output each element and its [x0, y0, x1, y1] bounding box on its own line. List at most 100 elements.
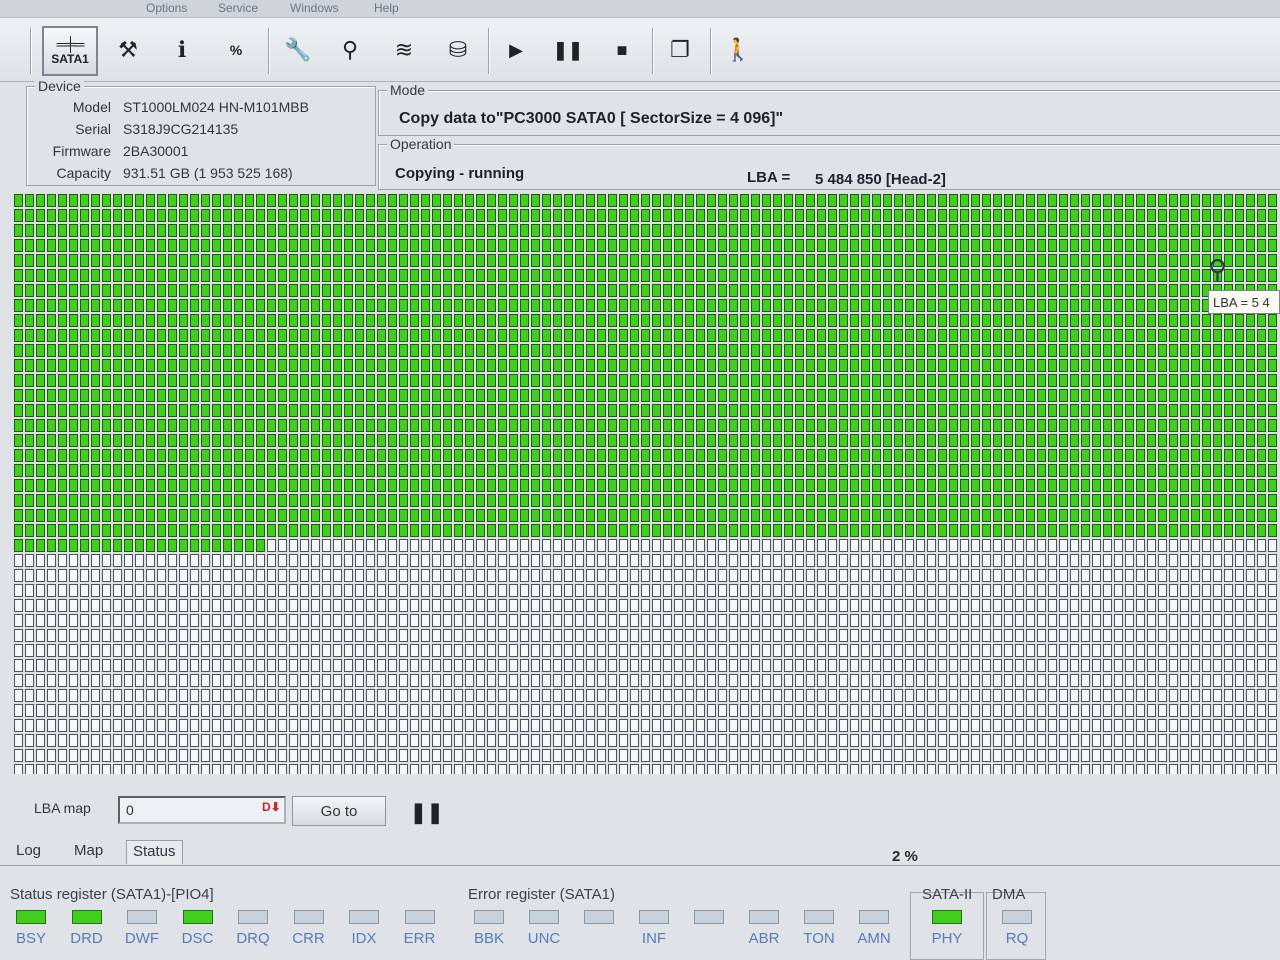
- stop-icon[interactable]: ■: [600, 28, 644, 72]
- tab-map[interactable]: Map: [68, 840, 109, 864]
- info-icon[interactable]: ℹ: [160, 28, 204, 72]
- sector-block-pending: [1070, 734, 1079, 747]
- sector-block-pending: [1235, 704, 1244, 717]
- sector-block-done: [289, 449, 298, 462]
- sector-block-done: [762, 494, 771, 507]
- lba-map-input[interactable]: [118, 796, 286, 824]
- sector-block-done: [113, 329, 122, 342]
- disk-stack-icon[interactable]: ≋: [382, 28, 426, 72]
- sector-block-done: [575, 419, 584, 432]
- windows-icon[interactable]: ❐: [658, 28, 702, 72]
- sector-block-done: [47, 329, 56, 342]
- sector-block-done: [553, 509, 562, 522]
- sector-block-done: [652, 434, 661, 447]
- sector-block-pending: [641, 644, 650, 657]
- sector-map[interactable]: [14, 192, 1280, 774]
- menu-options[interactable]: Options: [146, 1, 187, 15]
- sector-block-pending: [80, 734, 89, 747]
- tools-icon[interactable]: ⚒: [106, 28, 150, 72]
- sector-block-done: [1048, 479, 1057, 492]
- menu-help[interactable]: Help: [374, 1, 399, 15]
- percent-icon[interactable]: %: [214, 28, 258, 72]
- sector-block-done: [102, 239, 111, 252]
- sector-block-done: [1136, 254, 1145, 267]
- sector-block-done: [58, 209, 67, 222]
- sector-block-pending: [839, 614, 848, 627]
- sector-block-done: [58, 479, 67, 492]
- sector-block-pending: [1180, 539, 1189, 552]
- sector-block-done: [773, 479, 782, 492]
- sector-block-pending: [1070, 719, 1079, 732]
- sector-block-done: [685, 404, 694, 417]
- menu-windows[interactable]: Windows: [290, 1, 339, 15]
- sector-block-done: [795, 389, 804, 402]
- sector-block-done: [828, 434, 837, 447]
- sector-block-pending: [608, 734, 617, 747]
- tab-log[interactable]: Log: [10, 840, 47, 864]
- menu-service[interactable]: Service: [218, 1, 258, 15]
- sector-block-pending: [333, 674, 342, 687]
- sector-block-done: [102, 359, 111, 372]
- exit-icon[interactable]: 🚶: [716, 28, 760, 72]
- sector-block-done: [1103, 434, 1112, 447]
- sector-block-done: [333, 389, 342, 402]
- sector-block-done: [1213, 194, 1222, 207]
- pause-icon[interactable]: ❚❚: [410, 800, 444, 825]
- sector-block-pending: [190, 689, 199, 702]
- pause-icon[interactable]: ❚❚: [546, 28, 590, 72]
- sector-block-done: [355, 404, 364, 417]
- tab-status[interactable]: Status: [126, 840, 183, 864]
- sector-block-done: [520, 524, 529, 537]
- sector-block-done: [839, 269, 848, 282]
- sector-block-done: [1059, 434, 1068, 447]
- sector-block-done: [1070, 374, 1079, 387]
- sector-block-pending: [410, 539, 419, 552]
- sector-block-done: [762, 239, 771, 252]
- binoculars-icon[interactable]: ⚲: [328, 28, 372, 72]
- sector-block-done: [564, 494, 573, 507]
- sector-block-done: [1037, 374, 1046, 387]
- sector-block-done: [14, 374, 23, 387]
- sector-block-done: [1037, 209, 1046, 222]
- sector-block-done: [927, 374, 936, 387]
- sector-block-pending: [740, 629, 749, 642]
- sector-block-done: [465, 344, 474, 357]
- sector-block-done: [234, 374, 243, 387]
- sector-block-pending: [916, 539, 925, 552]
- sector-block-pending: [157, 719, 166, 732]
- sector-block-pending: [927, 539, 936, 552]
- sector-block-pending: [366, 749, 375, 762]
- goto-button[interactable]: Go to: [292, 796, 386, 826]
- sector-block-done: [366, 359, 375, 372]
- sector-block-done: [949, 299, 958, 312]
- sector-block-pending: [1092, 539, 1101, 552]
- sector-block-done: [1224, 239, 1233, 252]
- sata-port-button[interactable]: ═╪═ SATA1: [42, 26, 98, 76]
- sector-block-done: [1081, 254, 1090, 267]
- sector-block-pending: [1235, 629, 1244, 642]
- sector-block-pending: [520, 569, 529, 582]
- sector-block-pending: [1070, 764, 1079, 774]
- sector-block-pending: [157, 764, 166, 774]
- sector-block-done: [707, 269, 716, 282]
- sector-block-done: [212, 269, 221, 282]
- sector-block-pending: [465, 629, 474, 642]
- arrow-down-icon[interactable]: D⬇: [262, 800, 281, 814]
- sector-block-done: [916, 284, 925, 297]
- drive-icon[interactable]: ⛁: [436, 28, 480, 72]
- sector-block-done: [1268, 479, 1277, 492]
- sector-block-pending: [707, 749, 716, 762]
- sector-block-done: [179, 524, 188, 537]
- sector-block-done: [718, 239, 727, 252]
- sector-block-done: [212, 359, 221, 372]
- sector-block-pending: [102, 719, 111, 732]
- serial-label: Serial: [75, 121, 111, 137]
- play-icon[interactable]: ▶: [494, 28, 538, 72]
- key-icon[interactable]: 🔧: [276, 28, 320, 72]
- sector-block-done: [597, 479, 606, 492]
- sector-block-done: [476, 359, 485, 372]
- sector-block-done: [399, 434, 408, 447]
- sector-block-done: [36, 479, 45, 492]
- sector-block-pending: [575, 599, 584, 612]
- sector-block-done: [421, 239, 430, 252]
